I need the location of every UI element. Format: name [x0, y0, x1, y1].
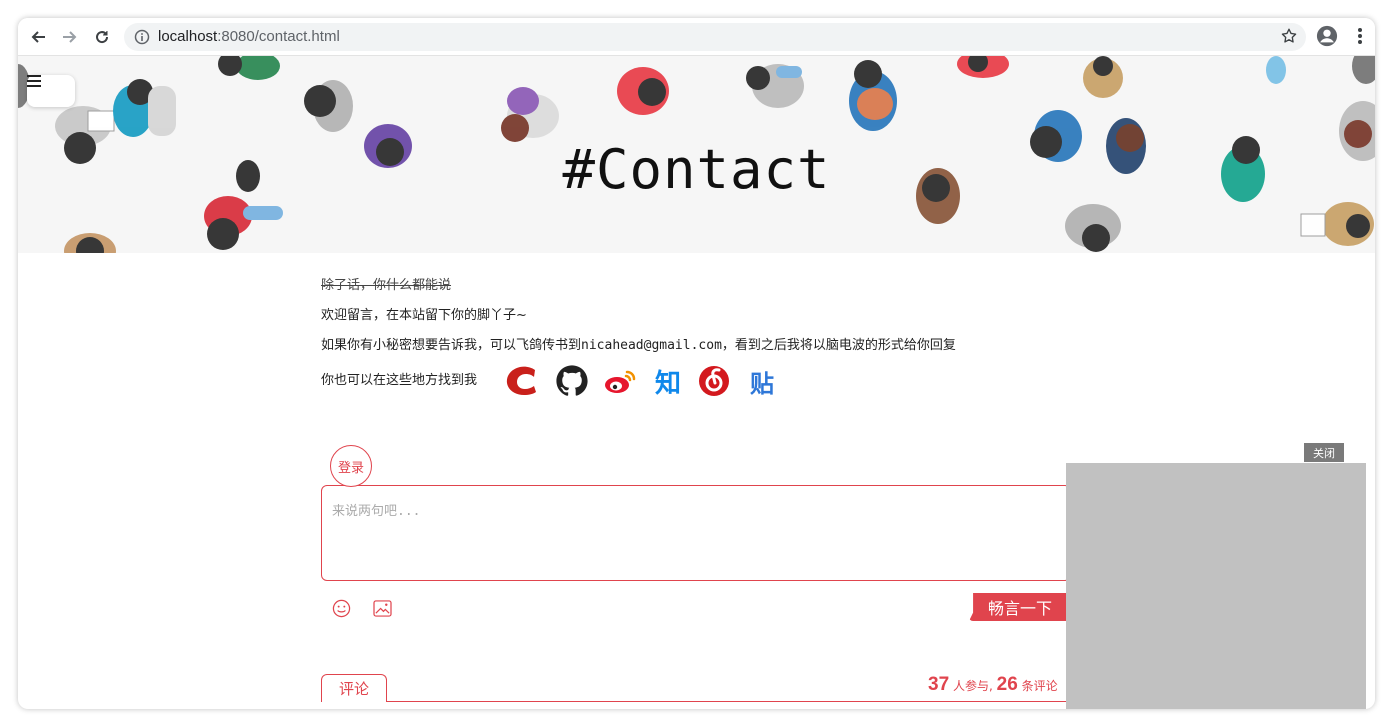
- hamburger-icon: [27, 75, 41, 87]
- ad-placeholder: [1066, 463, 1366, 709]
- github-icon: [556, 365, 588, 396]
- back-arrow-icon: [31, 31, 45, 43]
- image-upload-button[interactable]: [372, 598, 392, 618]
- reload-button[interactable]: [90, 25, 114, 49]
- weibo-icon: [605, 370, 636, 393]
- bookmark-star-icon[interactable]: [1280, 27, 1298, 49]
- comment-input[interactable]: [332, 500, 1052, 570]
- comments-count: 26: [996, 674, 1018, 695]
- page-title: #Contact: [562, 138, 831, 201]
- welcome-text: 欢迎留言，在本站留下你的脚丫子~: [321, 308, 527, 323]
- login-button[interactable]: 登录: [330, 445, 372, 487]
- strikethrough-text: 除了话，你什么都能说: [321, 278, 452, 293]
- hero-banner: #Contact: [18, 56, 1375, 253]
- url-path: :8080/contact.html: [217, 28, 340, 45]
- image-icon: [372, 599, 392, 617]
- back-button[interactable]: [26, 25, 50, 49]
- emoji-icon: [332, 599, 350, 617]
- csdn-link[interactable]: [504, 363, 540, 399]
- participants-label: 人参与,: [952, 679, 993, 693]
- tieba-link[interactable]: 贴: [744, 363, 780, 399]
- participants-count: 37: [928, 674, 950, 695]
- netease-music-icon: [699, 366, 729, 396]
- hamburger-menu-button[interactable]: [27, 75, 75, 107]
- tab-divider: [321, 701, 1071, 702]
- zhihu-icon: 知: [654, 368, 681, 399]
- account-avatar-icon[interactable]: [1316, 25, 1338, 51]
- weibo-link[interactable]: [602, 363, 638, 399]
- info-icon[interactable]: [134, 29, 150, 49]
- emoji-button[interactable]: [331, 598, 351, 618]
- find-me-text: 你也可以在这些地方找到我: [321, 373, 478, 388]
- zhihu-link[interactable]: 知: [650, 363, 686, 399]
- url-text[interactable]: localhost:8080/contact.html: [158, 28, 340, 45]
- csdn-icon: [506, 366, 536, 395]
- browser-menu-icon[interactable]: [1350, 25, 1370, 51]
- address-bar[interactable]: localhost:8080/contact.html: [124, 23, 1306, 51]
- secret-text: 如果你有小秘密想要告诉我，可以飞鸽传书到nicahead@gmail.com，看…: [321, 334, 956, 353]
- ad-close-button[interactable]: 关闭: [1304, 443, 1344, 462]
- forward-button[interactable]: [58, 25, 82, 49]
- browser-toolbar: localhost:8080/contact.html: [18, 18, 1375, 56]
- comment-box: [321, 485, 1071, 581]
- browser-window: localhost:8080/contact.html #Contact 除了话…: [18, 18, 1375, 709]
- comment-stats: 37 人参与, 26 条评论: [928, 674, 1058, 696]
- netease-music-link[interactable]: [696, 363, 732, 399]
- github-link[interactable]: [554, 363, 590, 399]
- submit-comment-button[interactable]: 畅言一下: [969, 593, 1071, 621]
- email-address: nicahead@gmail.com: [581, 338, 722, 353]
- tieba-icon: 贴: [750, 369, 774, 398]
- forward-arrow-icon: [63, 31, 77, 43]
- url-host: localhost: [158, 28, 218, 45]
- comments-label: 条评论: [1021, 679, 1058, 693]
- secret-suffix: ，看到之后我将以脑电波的形式给你回复: [721, 338, 956, 353]
- reload-icon: [96, 31, 109, 44]
- secret-prefix: 如果你有小秘密想要告诉我，可以飞鸽传书到: [321, 338, 582, 353]
- tab-comments[interactable]: 评论: [321, 674, 387, 702]
